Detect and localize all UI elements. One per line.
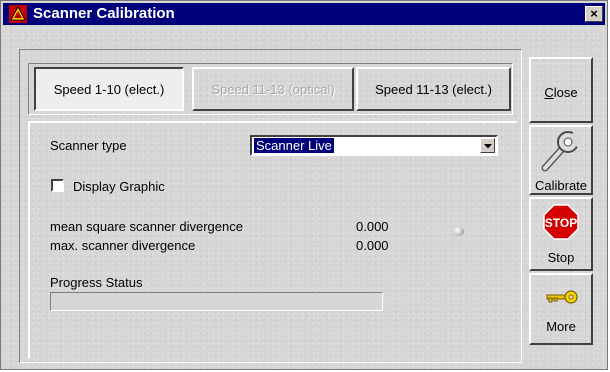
dropdown-button[interactable] <box>480 138 495 153</box>
chevron-down-icon <box>484 144 492 149</box>
title-bar: Scanner Calibration × <box>3 3 605 25</box>
window-title: Scanner Calibration <box>33 5 175 22</box>
display-graphic-checkbox[interactable] <box>51 179 64 192</box>
close-window-button[interactable]: × <box>585 6 603 22</box>
close-button-label: Close <box>544 85 578 100</box>
status-indicator-led <box>453 227 464 236</box>
tab-label: Speed 11-13 (optical) <box>211 81 335 97</box>
mean-divergence-label: mean square scanner divergence <box>50 219 243 234</box>
calibration-app-icon <box>9 5 27 23</box>
scanner-calibration-window: Scanner Calibration × Speed 1-10 (elect.… <box>0 0 608 370</box>
tab-label: Speed 1-10 (elect.) <box>53 81 165 97</box>
scanner-type-select[interactable]: Scanner Live <box>250 135 498 156</box>
tab-label: Speed 11-13 (elect.) <box>375 81 492 97</box>
more-button-label: More <box>546 319 576 334</box>
close-button[interactable]: Close <box>529 57 593 123</box>
display-graphic-label: Display Graphic <box>73 179 165 194</box>
stop-button[interactable]: STOP Stop <box>529 197 593 271</box>
stop-sign-icon: STOP <box>543 204 579 240</box>
svg-text:STOP: STOP <box>545 216 577 230</box>
progress-status-label: Progress Status <box>50 275 143 290</box>
scanner-type-label: Scanner type <box>50 138 127 153</box>
max-divergence-label: max. scanner divergence <box>50 238 196 253</box>
wrench-icon <box>541 131 581 172</box>
more-button[interactable]: More <box>529 273 593 345</box>
key-icon <box>546 290 578 304</box>
calibrate-button[interactable]: Calibrate <box>529 125 593 195</box>
tab-speed-11-13-optical[interactable]: Speed 11-13 (optical) <box>192 67 354 111</box>
calibrate-button-label: Calibrate <box>534 178 588 193</box>
scanner-type-value: Scanner Live <box>254 138 334 153</box>
mean-divergence-value: 0.000 <box>356 219 389 234</box>
tab-speed-1-10-elect[interactable]: Speed 1-10 (elect.) <box>34 67 184 111</box>
tab-speed-11-13-elect[interactable]: Speed 11-13 (elect.) <box>356 67 511 111</box>
progress-bar <box>50 292 383 311</box>
max-divergence-value: 0.000 <box>356 238 389 253</box>
stop-button-label: Stop <box>547 250 575 265</box>
